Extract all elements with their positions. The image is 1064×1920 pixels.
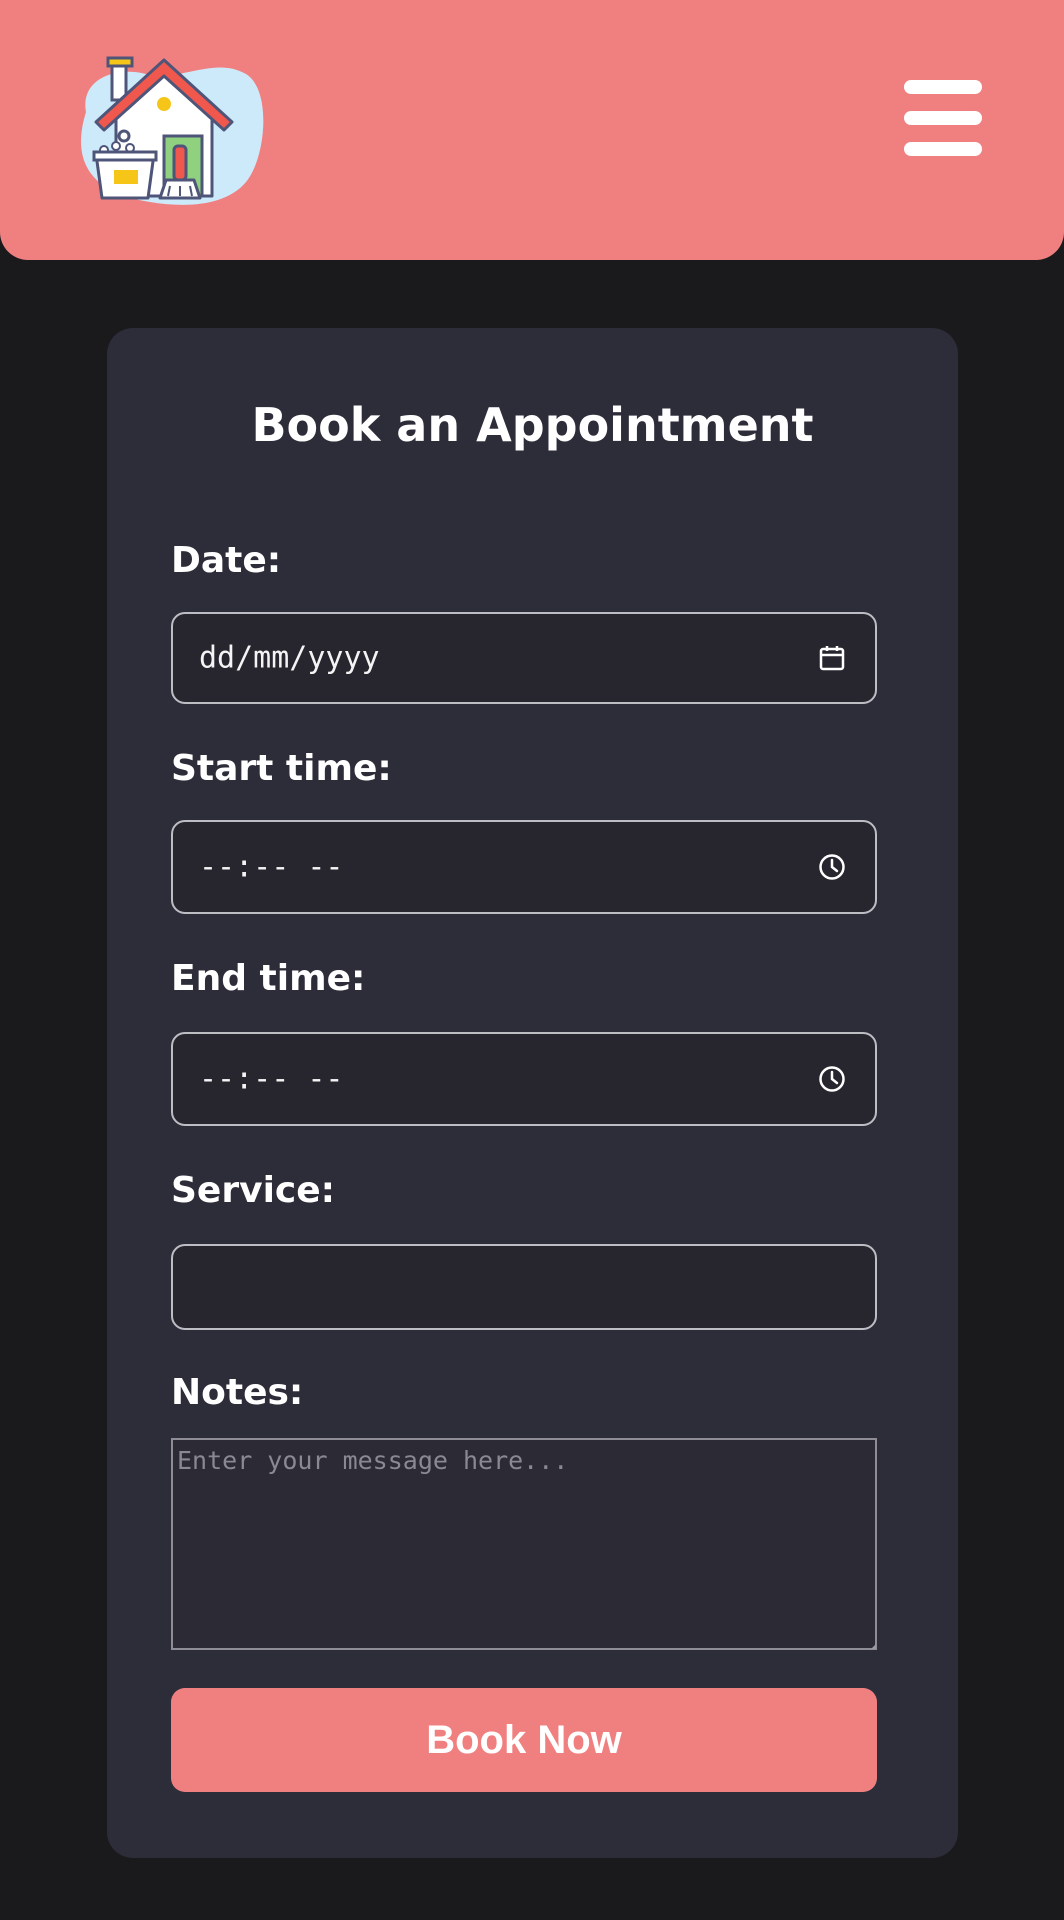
end-time-input[interactable]: --:-- -- [171, 1032, 877, 1126]
date-input[interactable]: dd/mm/yyyy [171, 612, 877, 704]
appointment-form-card: Book an Appointment Date: dd/mm/yyyy Sta… [107, 328, 958, 1858]
clock-icon[interactable] [817, 852, 847, 882]
service-input[interactable] [171, 1244, 877, 1330]
calendar-icon[interactable] [817, 643, 847, 673]
form-title: Book an Appointment [251, 398, 814, 452]
menu-bar [904, 111, 982, 125]
book-now-button[interactable]: Book Now [171, 1688, 877, 1792]
start-time-input-value: --:-- -- [199, 849, 344, 885]
menu-bar [904, 80, 982, 94]
notes-label: Notes: [171, 1372, 304, 1413]
start-time-label: Start time: [171, 748, 392, 789]
hamburger-menu-icon[interactable] [900, 78, 984, 162]
date-input-value: dd/mm/yyyy [199, 640, 380, 676]
date-label: Date: [171, 540, 282, 581]
site-header [0, 0, 1064, 260]
clock-icon[interactable] [817, 1064, 847, 1094]
end-time-label: End time: [171, 958, 366, 999]
menu-bar [904, 142, 982, 156]
house-cleaning-logo-icon[interactable] [66, 50, 264, 210]
end-time-input-value: --:-- -- [199, 1061, 344, 1097]
notes-textarea[interactable] [171, 1438, 877, 1650]
start-time-input[interactable]: --:-- -- [171, 820, 877, 914]
service-label: Service: [171, 1170, 336, 1211]
resize-handle-icon[interactable] [871, 1644, 876, 1649]
